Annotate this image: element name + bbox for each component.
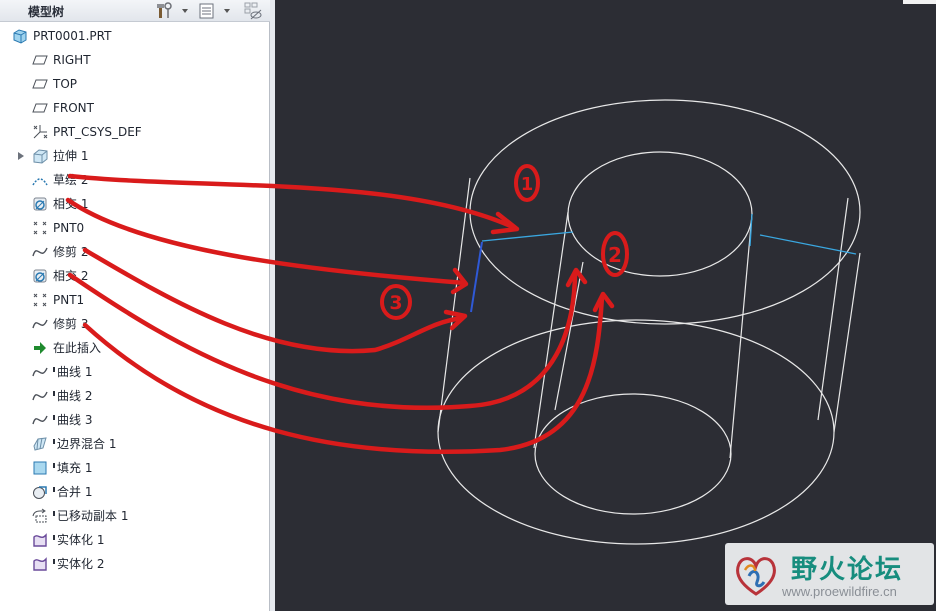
moved-copy-icon [32,508,48,524]
datum-plane-icon [32,76,48,92]
columns-dropdown-caret-icon[interactable] [224,9,230,13]
tree-item-label: PRT0001.PRT [33,29,112,43]
tree-item-label: 草绘 2 [53,173,89,187]
part-icon [12,28,28,44]
datum-plane-icon [32,100,48,116]
tree-item-label: 实体化 2 [53,556,104,572]
model-tree-title: 模型树 [28,5,65,19]
show-hide-icon[interactable] [243,2,263,20]
curve-icon [32,388,48,404]
tree-item-label: 相交 2 [53,269,89,283]
settings-dropdown-caret-icon[interactable] [182,9,188,13]
model-tree-header: 模型树 [0,0,270,22]
datum-point-icon [32,292,48,308]
forum-logo-icon [736,557,776,596]
tree-item-intersect-2[interactable]: 相交 2 [0,264,270,288]
tree-item-front-plane[interactable]: FRONT [0,96,270,120]
suppressed-marker [53,487,55,492]
curve-icon [32,244,48,260]
csys-icon [32,124,48,140]
tree-item-solidify-1[interactable]: 实体化 1 [0,528,270,552]
tree-item-label: PNT1 [53,293,85,307]
settings-tools-icon[interactable] [156,2,174,20]
tree-item-label: 填充 1 [53,460,92,476]
intersect-icon [32,196,48,212]
tree-item-label: 在此插入 [53,341,102,355]
suppressed-marker [53,367,55,372]
tree-item-label: 已移动副本 1 [53,508,128,524]
tree-item-curve-2[interactable]: 曲线 2 [0,384,270,408]
tree-item-label: 曲线 3 [53,412,92,428]
suppressed-marker [53,535,55,540]
tree-item-label: 合并 1 [53,484,92,500]
tree-item-label: FRONT [53,101,94,115]
tree-item-curve-1[interactable]: 曲线 1 [0,360,270,384]
merge-icon [32,484,48,500]
suppressed-marker [53,415,55,420]
tree-item-merge-1[interactable]: 合并 1 [0,480,270,504]
toolbar-edge [903,0,936,4]
tree-item-trim-2[interactable]: 修剪 2 [0,240,270,264]
boundary-blend-icon [32,436,48,452]
sketch-icon [32,172,48,188]
tree-item-label: 相交 1 [53,197,89,211]
tree-item-label: PRT_CSYS_DEF [53,125,142,139]
tree-item-part[interactable]: PRT0001.PRT [0,24,270,48]
suppressed-marker [53,559,55,564]
tree-item-label: 拉伸 1 [53,149,89,163]
insert-here-arrow-icon[interactable] [32,340,48,356]
solidify-icon [32,556,48,572]
curve-icon [32,412,48,428]
datum-plane-icon [32,52,48,68]
tree-item-intersect-1[interactable]: 相交 1 [0,192,270,216]
tree-item-trim-3[interactable]: 修剪 3 [0,312,270,336]
intersect-icon [32,268,48,284]
solidify-icon [32,532,48,548]
tree-item-insert-here[interactable]: 在此插入 [0,336,270,360]
datum-point-icon [32,220,48,236]
tree-item-extrude-1[interactable]: 拉伸 1 [0,144,270,168]
tree-item-moved-copy-1[interactable]: 已移动副本 1 [0,504,270,528]
tree-item-csys[interactable]: PRT_CSYS_DEF [0,120,270,144]
extrude-icon [32,148,48,164]
tree-columns-icon[interactable] [198,2,216,20]
tree-item-pnt0[interactable]: PNT0 [0,216,270,240]
model-tree-panel: 模型树 PRT0001.PRT RIGHT TOP FRONT PRT_CSYS… [0,0,270,611]
watermark-title: 野火论坛 [791,555,904,585]
tree-item-solidify-2[interactable]: 实体化 2 [0,552,270,576]
fill-icon [32,460,48,476]
watermark-url: www.proewildfire.cn [782,584,897,599]
tree-item-fill-1[interactable]: 填充 1 [0,456,270,480]
tree-item-label: TOP [53,77,78,91]
tree-item-boundary-blend-1[interactable]: 边界混合 1 [0,432,270,456]
tree-item-top-plane[interactable]: TOP [0,72,270,96]
tree-item-label: 修剪 2 [53,245,89,259]
tree-item-label: 修剪 3 [53,317,89,331]
tree-item-label: 边界混合 1 [53,436,116,452]
tree-item-curve-3[interactable]: 曲线 3 [0,408,270,432]
curve-icon [32,364,48,380]
tree-item-label: RIGHT [53,53,91,67]
tree-item-label: 曲线 2 [53,388,92,404]
graphics-window[interactable]: 野火论坛 www.proewildfire.cn [275,0,936,611]
tree-item-right-plane[interactable]: RIGHT [0,48,270,72]
curve-icon [32,316,48,332]
suppressed-marker [53,391,55,396]
suppressed-marker [53,511,55,516]
suppressed-marker [53,463,55,468]
tree-item-label: 曲线 1 [53,364,92,380]
expand-arrow-icon[interactable] [18,152,24,160]
tree-item-label: PNT0 [53,221,85,235]
tree-item-label: 实体化 1 [53,532,104,548]
tree-item-pnt1[interactable]: PNT1 [0,288,270,312]
suppressed-marker [53,439,55,444]
tree-item-sketch-2[interactable]: 草绘 2 [0,168,270,192]
forum-watermark: 野火论坛 www.proewildfire.cn [725,543,934,605]
